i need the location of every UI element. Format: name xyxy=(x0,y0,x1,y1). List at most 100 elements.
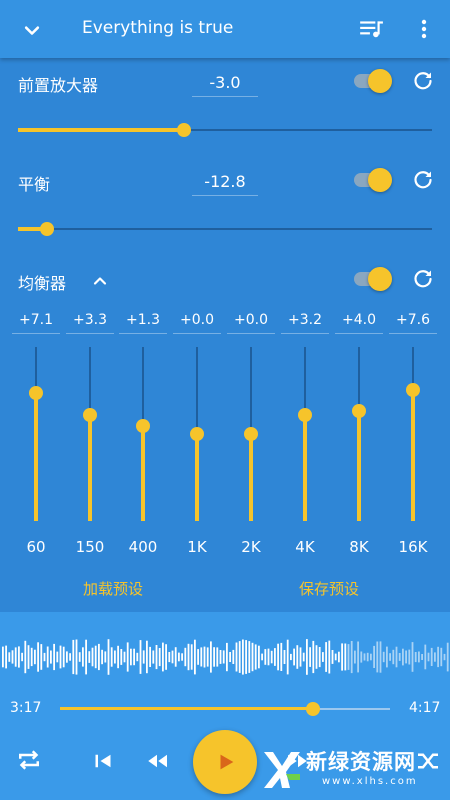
balance-label: 平衡 xyxy=(18,175,51,194)
top-app-bar: Everything is true xyxy=(0,0,450,58)
chevron-up-icon[interactable] xyxy=(90,271,110,291)
waveform-bar xyxy=(254,644,257,670)
waveform-bar xyxy=(66,651,68,663)
waveform-bar xyxy=(136,652,139,662)
waveform-bar xyxy=(238,641,241,673)
band-slider-150[interactable] xyxy=(82,347,98,521)
waveform-bar xyxy=(82,647,84,667)
seek-bar[interactable] xyxy=(60,699,390,719)
waveform-bar xyxy=(341,643,343,671)
rewind-icon[interactable] xyxy=(142,746,172,776)
balance-reset-icon[interactable] xyxy=(411,168,435,192)
waveform-bar xyxy=(107,639,110,675)
waveform-bar xyxy=(162,642,164,672)
waveform-bar xyxy=(69,653,71,661)
waveform-bar xyxy=(168,652,171,663)
band-gain-400[interactable]: +1.3 xyxy=(119,312,167,334)
waveform-bar xyxy=(322,652,324,662)
preamp-value[interactable]: -3.0 xyxy=(192,73,258,97)
band-gain-16k[interactable]: +7.6 xyxy=(389,312,437,334)
band-slider-400[interactable] xyxy=(135,347,151,521)
waveform-bar xyxy=(171,650,174,664)
balance-value[interactable]: -12.8 xyxy=(192,172,258,196)
waveform-bar xyxy=(187,643,190,671)
preamp-reset-icon[interactable] xyxy=(411,69,435,93)
waveform-bar xyxy=(146,640,148,674)
waveform-bar xyxy=(306,639,308,675)
waveform-bar xyxy=(133,648,135,666)
waveform-bar xyxy=(200,647,203,667)
preamp-slider[interactable] xyxy=(18,120,432,140)
waveform-bar xyxy=(8,652,11,662)
waveform-bar xyxy=(37,642,39,672)
band-freq-8k: 8K xyxy=(349,538,369,556)
waveform-bar xyxy=(85,639,87,675)
band-gain-60[interactable]: +7.1 xyxy=(12,312,60,334)
waveform-bar xyxy=(117,645,119,669)
waveform-bar xyxy=(181,653,183,661)
skip-previous-icon[interactable] xyxy=(88,746,118,776)
waveform-bar xyxy=(312,640,315,674)
waveform-bar xyxy=(149,646,151,667)
waveform-bar xyxy=(411,642,414,672)
equalizer-toggle[interactable] xyxy=(354,266,392,292)
band-slider-2k[interactable] xyxy=(243,347,259,521)
waveform-bar xyxy=(264,649,267,665)
waveform-bar xyxy=(424,644,427,670)
save-preset-button[interactable]: 保存预设 xyxy=(299,578,359,599)
band-slider-8k[interactable] xyxy=(351,347,367,521)
waveform-bar xyxy=(219,650,222,664)
waveform-bar xyxy=(88,651,91,663)
waveform-bar xyxy=(190,644,193,670)
band-slider-1k[interactable] xyxy=(189,347,205,521)
waveform-bar xyxy=(62,646,65,668)
watermark-logo: 新绿资源网 www.xlhs.com xyxy=(258,742,450,800)
waveform-bar xyxy=(344,643,347,671)
waveform-bar xyxy=(158,648,161,667)
waveform-bar xyxy=(302,652,305,662)
preamp-toggle[interactable] xyxy=(354,68,392,94)
waveform-bar xyxy=(376,641,379,673)
band-gain-1k[interactable]: +0.0 xyxy=(173,312,221,334)
waveform-bar xyxy=(104,651,107,663)
waveform-bar xyxy=(91,647,94,667)
waveform-bar xyxy=(21,652,23,662)
waveform-bar xyxy=(382,651,385,663)
waveform-bar xyxy=(299,647,302,667)
band-gain-2k[interactable]: +0.0 xyxy=(227,312,275,334)
waveform-bar xyxy=(232,649,235,664)
waveform-bar xyxy=(98,643,100,671)
load-preset-button[interactable]: 加载预设 xyxy=(83,578,143,599)
band-gain-4k[interactable]: +3.2 xyxy=(281,312,329,334)
waveform-bar xyxy=(94,645,97,669)
waveform-bar xyxy=(418,651,420,663)
equalizer-reset-icon[interactable] xyxy=(411,267,435,291)
band-gain-8k[interactable]: +4.0 xyxy=(335,312,383,334)
repeat-icon[interactable] xyxy=(14,745,44,775)
band-gain-150[interactable]: +3.3 xyxy=(66,312,114,334)
waveform-bar xyxy=(126,642,129,672)
waveform-bar xyxy=(110,647,113,667)
band-slider-16k[interactable] xyxy=(405,347,421,521)
waveform-bar xyxy=(78,652,81,662)
waveform-bar xyxy=(152,650,155,664)
queue-music-icon[interactable] xyxy=(358,16,384,42)
more-vert-icon[interactable] xyxy=(414,16,434,42)
waveform-bar xyxy=(280,642,283,671)
waveform-bar xyxy=(120,649,123,665)
waveform-bar xyxy=(290,653,292,661)
band-slider-60[interactable] xyxy=(28,347,44,521)
balance-toggle[interactable] xyxy=(354,167,392,193)
waveform[interactable] xyxy=(0,636,450,678)
waveform-bar xyxy=(165,644,167,670)
chevron-down-icon[interactable] xyxy=(18,16,46,44)
waveform-bar xyxy=(30,647,33,667)
waveform-bar xyxy=(261,653,263,661)
band-slider-4k[interactable] xyxy=(297,347,313,521)
balance-slider[interactable] xyxy=(18,219,432,239)
play-button[interactable] xyxy=(193,730,257,794)
band-freq-1k: 1K xyxy=(187,538,207,556)
waveform-bar xyxy=(363,653,366,661)
waveform-bar xyxy=(402,648,404,666)
waveform-bar xyxy=(405,650,407,664)
